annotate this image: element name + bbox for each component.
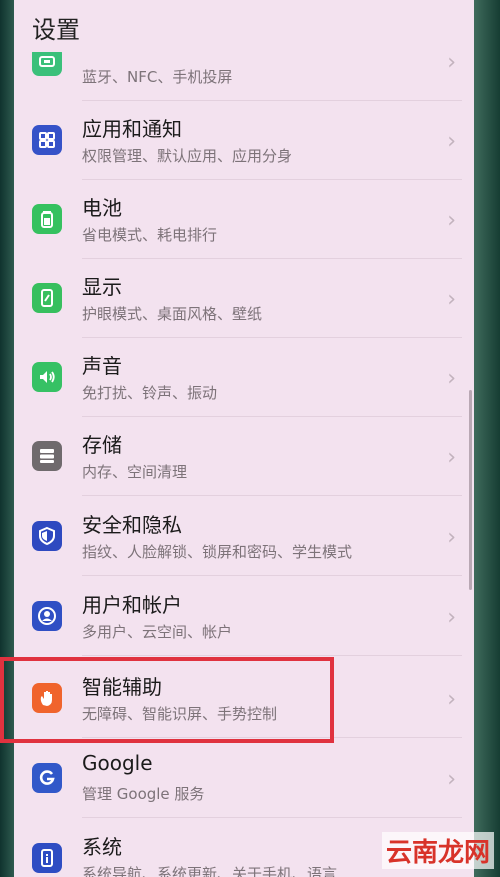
item-title: 声音 — [82, 354, 122, 378]
chevron-right-icon: › — [447, 525, 456, 550]
chevron-right-icon: › — [447, 208, 456, 233]
phone-frame-right — [474, 0, 500, 877]
item-title: 电池 — [82, 196, 122, 220]
battery-icon — [32, 204, 62, 234]
item-subtitle: 管理 Google 服务 — [82, 785, 205, 803]
item-subtitle: 多用户、云空间、帐户 — [82, 623, 233, 641]
settings-item-display[interactable]: 显示 护眼模式、桌面风格、壁纸 › — [14, 259, 474, 338]
item-title: 显示 — [82, 275, 122, 299]
chevron-right-icon: › — [447, 366, 456, 391]
settings-item-users[interactable]: 用户和帐户 多用户、云空间、帐户 › — [14, 577, 474, 656]
item-subtitle: 免打扰、铃声、振动 — [82, 384, 218, 402]
item-title: 存储 — [82, 433, 122, 457]
user-icon — [32, 601, 62, 631]
watermark-text: 云南龙网 — [381, 832, 494, 869]
settings-item-sound[interactable]: 声音 免打扰、铃声、振动 › — [14, 338, 474, 417]
chevron-right-icon: › — [447, 605, 456, 630]
item-subtitle: 内存、空间清理 — [82, 463, 188, 481]
item-subtitle: 省电模式、耗电排行 — [82, 226, 218, 244]
apps-grid-icon — [32, 125, 62, 155]
storage-icon — [32, 441, 62, 471]
chevron-right-icon: › — [447, 129, 456, 154]
settings-item-apps[interactable]: 应用和通知 权限管理、默认应用、应用分身 › — [14, 101, 474, 180]
divider — [82, 575, 462, 576]
app-bar: 设置 — [14, 0, 474, 52]
chevron-right-icon: › — [447, 50, 456, 75]
shield-icon — [32, 521, 62, 551]
item-title: 系统 — [82, 835, 122, 859]
settings-item-battery[interactable]: 电池 省电模式、耗电排行 › — [14, 180, 474, 259]
chevron-right-icon: › — [447, 767, 456, 792]
item-title: 用户和帐户 — [82, 593, 182, 617]
chevron-right-icon: › — [447, 687, 456, 712]
chevron-right-icon: › — [447, 445, 456, 470]
phone-frame-left — [0, 0, 14, 877]
settings-item-security[interactable]: 安全和隐私 指纹、人脸解锁、锁屏和密码、学生模式 › — [14, 497, 474, 576]
highlight-box — [0, 657, 334, 743]
item-subtitle: 系统导航、系统更新、关于手机、语言 — [82, 865, 338, 877]
divider — [82, 495, 462, 496]
scrollbar[interactable] — [469, 390, 472, 590]
item-subtitle: 权限管理、默认应用、应用分身 — [82, 147, 293, 165]
display-icon — [32, 283, 62, 313]
settings-screen: 蓝牙、NFC、手机投屏 › 应用和通知 权限管理、默认应用、应用分身 › 电池 … — [14, 0, 474, 877]
item-subtitle: 蓝牙、NFC、手机投屏 — [82, 68, 233, 86]
settings-item-storage[interactable]: 存储 内存、空间清理 › — [14, 417, 474, 496]
item-title: 安全和隐私 — [82, 513, 182, 537]
google-icon — [32, 763, 62, 793]
item-title: Google — [82, 751, 153, 775]
divider — [82, 817, 462, 818]
divider — [82, 655, 462, 656]
speaker-icon — [32, 362, 62, 392]
system-info-icon — [32, 843, 62, 873]
chevron-right-icon: › — [447, 287, 456, 312]
item-subtitle: 指纹、人脸解锁、锁屏和密码、学生模式 — [82, 543, 353, 561]
settings-item-google[interactable]: Google 管理 Google 服务 › — [14, 739, 474, 818]
item-subtitle: 护眼模式、桌面风格、壁纸 — [82, 305, 263, 323]
page-title: 设置 — [32, 16, 80, 44]
item-title: 应用和通知 — [82, 117, 182, 141]
